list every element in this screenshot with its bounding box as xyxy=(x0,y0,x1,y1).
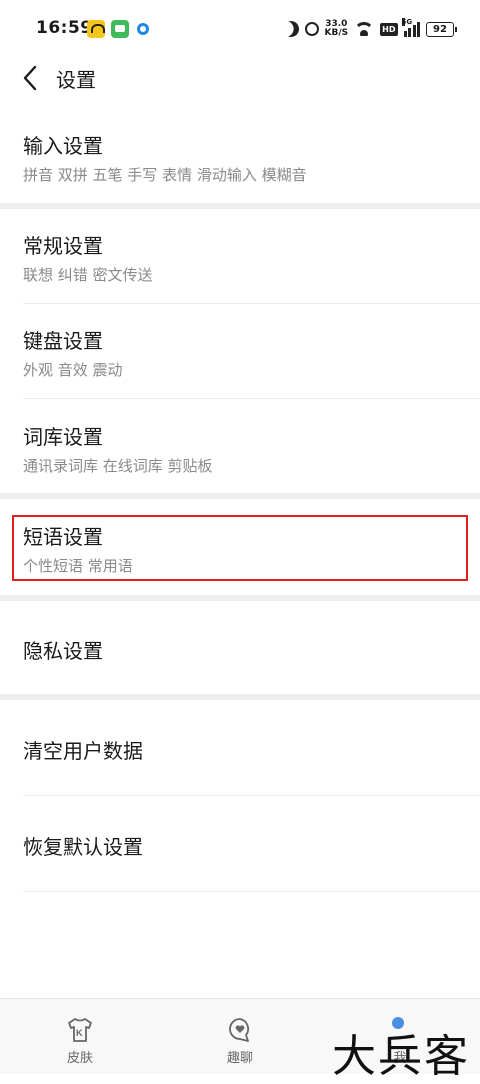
settings-item-label: 键盘设置 xyxy=(23,329,103,353)
settings-item-restore[interactable]: 恢复默认设置 xyxy=(0,796,480,891)
settings-item-keyboard[interactable]: 键盘设置 外观 音效 震动 xyxy=(0,304,480,398)
chat-heart-icon xyxy=(229,1018,249,1042)
settings-item-label: 输入设置 xyxy=(23,134,103,158)
highlight-box xyxy=(12,515,468,581)
page-title: 设置 xyxy=(56,68,96,92)
page-header: 设置 xyxy=(0,58,480,98)
settings-item-label: 清空用户数据 xyxy=(23,739,143,763)
battery-icon: 92 xyxy=(426,21,457,37)
wifi-icon xyxy=(354,22,375,36)
nav-item-skin[interactable]: K 皮肤 xyxy=(0,999,160,1074)
settings-item-subtitle: 外观 音效 震动 xyxy=(23,361,123,379)
status-time: 16:59 xyxy=(36,18,93,38)
settings-item-subtitle: 联想 纠错 密文传送 xyxy=(23,266,153,284)
settings-item-label: 恢复默认设置 xyxy=(23,835,143,859)
svg-text:K: K xyxy=(76,1028,83,1038)
nav-label: 趣聊 xyxy=(226,1051,253,1066)
app-notification-icon xyxy=(87,20,105,38)
alarm-icon xyxy=(304,22,319,36)
do-not-disturb-icon xyxy=(280,19,301,40)
settings-item-label: 隐私设置 xyxy=(23,639,103,663)
network-speed: 33.0 KB/S xyxy=(325,20,349,38)
settings-item-lexicon[interactable]: 词库设置 通讯录词库 在线词库 剪贴板 xyxy=(0,399,480,493)
nav-label: 皮肤 xyxy=(66,1051,93,1066)
settings-item-subtitle: 通讯录词库 在线词库 剪贴板 xyxy=(23,457,213,475)
network-speed-unit: KB/S xyxy=(324,28,349,38)
settings-item-label: 常规设置 xyxy=(23,234,103,258)
skin-shirt-icon: K xyxy=(68,1018,92,1042)
settings-item-clear-data[interactable]: 清空用户数据 xyxy=(0,700,480,795)
network-type: 5G xyxy=(401,18,413,26)
item-divider xyxy=(23,891,480,892)
nav-item-chat[interactable]: 趣聊 xyxy=(160,999,320,1074)
settings-item-label: 词库设置 xyxy=(23,425,103,449)
settings-item-input[interactable]: 输入设置 拼音 双拼 五笔 手写 表情 滑动输入 模糊音 xyxy=(0,118,480,204)
settings-item-privacy[interactable]: 隐私设置 xyxy=(0,601,480,695)
hd-voice-icon: HD xyxy=(380,22,398,36)
back-arrow-icon[interactable] xyxy=(20,64,44,92)
circle-app-notification-icon xyxy=(137,23,149,35)
settings-item-general[interactable]: 常规设置 联想 纠错 密文传送 xyxy=(0,209,480,303)
settings-item-subtitle: 拼音 双拼 五笔 手写 表情 滑动输入 模糊音 xyxy=(23,166,307,184)
status-icons: 33.0 KB/S HD 5G 92 xyxy=(280,17,457,41)
status-bar: 16:59 33.0 KB/S HD 5G 92 xyxy=(0,0,480,58)
messages-notification-icon xyxy=(111,20,129,38)
watermark: 大兵客 xyxy=(332,1031,470,1082)
cellular-signal-icon: 5G xyxy=(401,18,420,37)
